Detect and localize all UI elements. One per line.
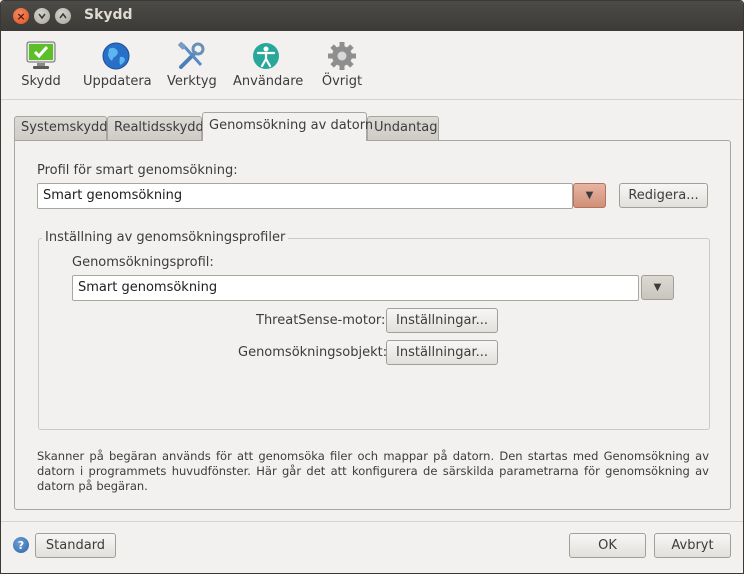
- toolbar-item-uppdatera[interactable]: Uppdatera: [83, 41, 152, 89]
- scan-profile-combo-entry[interactable]: Smart genomsökning: [72, 275, 639, 301]
- globe-icon: [102, 42, 130, 70]
- accessibility-icon: [253, 43, 279, 69]
- minimize-icon[interactable]: [34, 8, 50, 24]
- toolbar-item-anvandare[interactable]: Användare: [233, 41, 303, 89]
- tab-realtidsskydd[interactable]: Realtidsskydd: [107, 116, 204, 140]
- toolbar-divider: [1, 99, 743, 100]
- titlebar: × Skydd: [1, 1, 743, 31]
- ok-button[interactable]: OK: [569, 533, 646, 558]
- engine-label: ThreatSense-motor:: [256, 313, 386, 328]
- edit-button[interactable]: Redigera...: [619, 183, 708, 208]
- objects-label: Genomsökningsobjekt:: [238, 345, 388, 360]
- footer-divider: [1, 521, 743, 522]
- cancel-button[interactable]: Avbryt: [654, 533, 731, 558]
- close-icon[interactable]: ×: [13, 8, 29, 24]
- scan-profile-label: Genomsökningsprofil:: [72, 255, 214, 270]
- help-icon[interactable]: ?: [13, 537, 29, 553]
- tools-icon: [178, 41, 205, 69]
- standard-button[interactable]: Standard: [35, 533, 116, 558]
- objects-settings-button[interactable]: Inställningar...: [386, 340, 498, 365]
- tab-genomsokning[interactable]: Genomsökning av datorn: [202, 112, 373, 141]
- group-title: Inställning av genomsökningsprofiler: [42, 230, 289, 245]
- tab-panel: Profil för smart genomsökning: Smart gen…: [14, 140, 731, 510]
- toolbar-item-skydd[interactable]: Skydd: [19, 41, 63, 89]
- chevron-down-icon: ▼: [653, 282, 662, 293]
- tab-undantag[interactable]: Undantag: [367, 116, 439, 140]
- toolbar-item-verktyg[interactable]: Verktyg: [167, 41, 217, 89]
- toolbar-item-ovrigt[interactable]: Övrigt: [321, 41, 363, 89]
- chevron-down-icon: ▼: [585, 190, 594, 201]
- profile-dropdown-button[interactable]: ▼: [573, 183, 606, 208]
- main-window: × Skydd Skydd Uppdatera Verktyg Användar…: [0, 0, 744, 574]
- maximize-icon[interactable]: [55, 8, 71, 24]
- window-title: Skydd: [84, 7, 133, 23]
- tab-systemskydd[interactable]: Systemskydd: [14, 116, 108, 140]
- scan-profile-dropdown-button[interactable]: ▼: [641, 275, 674, 300]
- engine-settings-button[interactable]: Inställningar...: [386, 308, 498, 333]
- profile-combo-entry[interactable]: Smart genomsökning: [37, 183, 573, 209]
- monitor-check-icon: [26, 41, 56, 69]
- gear-icon: [328, 42, 356, 70]
- toolbar: Skydd Uppdatera Verktyg Användare Övrigt: [1, 31, 743, 99]
- profile-label: Profil för smart genomsökning:: [37, 163, 238, 178]
- description-text: Skanner på begäran används för att genom…: [37, 449, 709, 493]
